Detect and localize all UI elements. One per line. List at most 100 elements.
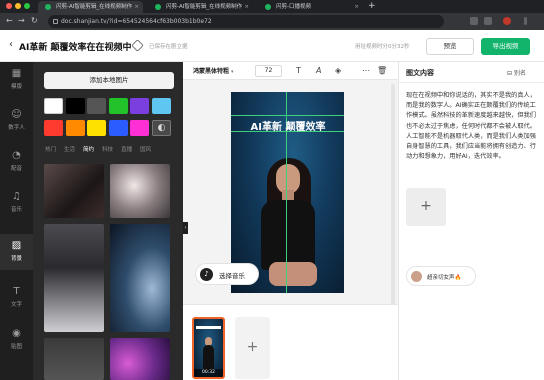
back-icon[interactable]: ← <box>6 16 13 25</box>
extension-icon[interactable] <box>484 17 492 25</box>
tab-title: 闪剪-AI智能剪辑_在线视频制作 <box>56 4 133 10</box>
collapse-panel-icon[interactable]: ‹ <box>183 222 188 234</box>
font-select[interactable]: 鸿蒙黑体特粗 ▾ <box>193 66 234 75</box>
favicon-icon <box>155 4 161 10</box>
background-thumbnail[interactable] <box>44 224 104 332</box>
select-music-label: 选择音乐 <box>219 272 245 280</box>
rail-label: 数字人 <box>8 125 25 131</box>
browser-tabbar: 闪剪-AI智能剪辑_在线视频制作 × 闪剪-AI智能剪辑_在线视频制作 × 闪剪… <box>0 0 544 13</box>
chevron-down-icon: ▾ <box>231 69 234 75</box>
background-thumbnail[interactable] <box>110 164 170 218</box>
text-color-icon[interactable]: T <box>296 65 301 77</box>
clip-duration: 00:32 <box>194 369 223 377</box>
select-music-button[interactable]: ♪ 选择音乐 <box>195 263 259 285</box>
color-swatch[interactable] <box>130 98 149 114</box>
voice-selector[interactable]: 超亲切女声🔥 <box>406 266 476 286</box>
minimize-window-icon[interactable] <box>15 3 21 9</box>
add-clip-button[interactable]: + <box>235 317 270 379</box>
add-local-image-button[interactable]: 添加本地图片 <box>44 72 174 89</box>
profile-icon[interactable] <box>503 17 511 25</box>
menu-icon[interactable] <box>524 17 527 25</box>
color-swatch[interactable] <box>87 98 106 114</box>
color-swatch[interactable] <box>65 98 85 114</box>
rail-item-text[interactable]: T 文字 <box>0 280 33 316</box>
font-size-input[interactable]: 72 <box>255 65 282 77</box>
forward-icon[interactable]: → <box>18 16 25 25</box>
save-status: 已保存在剧立据 <box>149 44 188 50</box>
add-asset-button[interactable]: + <box>406 188 446 226</box>
trash-icon[interactable]: 🗑 <box>377 65 387 77</box>
rail-item-avatar[interactable]: ☺ 数字人 <box>0 103 33 139</box>
rename-button[interactable]: ⊟ 别名 <box>507 68 526 77</box>
tag-icon[interactable] <box>131 39 144 52</box>
browser-tab[interactable]: 闪剪-AI智能剪辑_在线视频制作 × <box>148 1 253 13</box>
music-icon: ♫ <box>12 191 21 202</box>
text-icon: T <box>13 286 20 297</box>
color-swatch[interactable] <box>44 98 63 114</box>
background-thumbnail[interactable] <box>110 338 170 380</box>
page-title[interactable]: AI革新 颠覆效率在在视频中 <box>19 40 131 53</box>
background-thumbnail[interactable] <box>44 164 104 218</box>
background-thumbnail[interactable] <box>110 224 170 332</box>
tab-title: 闪剪-AI智能剪辑_在线视频制作 <box>166 4 243 10</box>
browser-tab[interactable]: 闪剪-口播视频 × <box>258 1 363 13</box>
color-swatch[interactable] <box>108 120 128 136</box>
filter-tab[interactable]: 热门 <box>45 145 56 153</box>
voice-label: 超亲切女声🔥 <box>427 275 462 281</box>
favicon-icon <box>45 4 51 10</box>
rail-item-sticker[interactable]: ◉ 贴图 <box>0 322 33 358</box>
favicon-icon <box>265 4 271 10</box>
close-tab-icon[interactable]: × <box>134 1 139 13</box>
close-tab-icon[interactable]: × <box>354 1 359 13</box>
url-text: doc.shanjian.tv/?id=654524564cf63b003b1b… <box>61 18 212 25</box>
template-icon: ▦ <box>11 68 22 79</box>
lock-icon <box>53 19 58 24</box>
background-thumbnail[interactable] <box>44 338 104 380</box>
content-panel: 图文内容 ⊟ 别名 现在在视频中和你说话的，其实不是我的真人，而是我的数字人。A… <box>398 62 544 380</box>
export-video-button[interactable]: 导出视频 <box>481 38 530 55</box>
clip-caption-bar <box>196 326 221 329</box>
vertical-scrollbar[interactable] <box>391 84 395 314</box>
filter-tab[interactable]: 简约 <box>83 145 94 153</box>
music-note-icon: ♪ <box>200 268 213 281</box>
chevron-left-icon[interactable]: ‹ <box>9 39 13 50</box>
close-tab-icon[interactable]: × <box>244 1 249 13</box>
text-toolbar: 鸿蒙黑体特粗 ▾ 72 T A ◈ ⋯ 🗑 <box>183 62 398 80</box>
panel-title: 图文内容 <box>406 69 434 77</box>
filter-tab[interactable]: 科技 <box>102 145 113 153</box>
filter-tab[interactable]: 生活 <box>64 145 75 153</box>
color-swatch[interactable] <box>87 120 106 136</box>
rail-item-background[interactable]: ▨ 背景 <box>0 234 33 270</box>
url-input[interactable]: doc.shanjian.tv/?id=654524564cf63b003b1b… <box>48 15 444 28</box>
filter-tab[interactable]: 国风 <box>140 145 151 153</box>
color-swatch[interactable] <box>108 98 128 114</box>
preview-button[interactable]: 预览 <box>426 38 474 55</box>
color-swatch[interactable] <box>44 120 63 136</box>
tab-title: 闪剪-口播视频 <box>276 4 311 10</box>
palette-icon[interactable]: ◐ <box>152 120 171 136</box>
rail-label: 模版 <box>10 84 22 90</box>
new-tab-icon[interactable]: + <box>368 0 376 13</box>
divider <box>399 82 544 83</box>
voice-icon: ◔ <box>12 150 21 161</box>
fill-bucket-icon[interactable]: ◈ <box>335 65 341 77</box>
rail-item-template[interactable]: ▦ 模版 <box>0 62 33 98</box>
reload-icon[interactable]: ↻ <box>31 16 38 25</box>
rail-item-music[interactable]: ♫ 音乐 <box>0 185 33 221</box>
rail-item-voice[interactable]: ◔ 配音 <box>0 144 33 180</box>
close-window-icon[interactable] <box>6 3 12 9</box>
overlay-text: AI革新 颠覆效率 <box>250 122 326 133</box>
maximize-window-icon[interactable] <box>24 3 30 9</box>
script-textarea[interactable]: 现在在视频中和你说话的，其实不是我的真人，而是我的数字人。AI确实正在颠覆我们的… <box>406 91 540 162</box>
more-options-icon[interactable]: ⋯ <box>362 65 370 77</box>
text-stroke-icon[interactable]: A <box>316 65 321 77</box>
color-swatch[interactable] <box>151 98 171 114</box>
filter-tab[interactable]: 直播 <box>121 145 132 153</box>
text-overlay[interactable]: AI革新 颠覆效率 <box>231 115 344 133</box>
color-swatch[interactable] <box>130 120 149 136</box>
browser-tab[interactable]: 闪剪-AI智能剪辑_在线视频制作 × <box>38 1 143 13</box>
color-swatch[interactable] <box>65 120 85 136</box>
editor-area: 鸿蒙黑体特粗 ▾ 72 T A ◈ ⋯ 🗑 ‹ AI革新 颠覆效率 ♪ 选择音乐 … <box>183 62 398 380</box>
extension-icon[interactable] <box>470 17 478 25</box>
video-clip-thumbnail[interactable]: 00:32 <box>192 317 225 379</box>
